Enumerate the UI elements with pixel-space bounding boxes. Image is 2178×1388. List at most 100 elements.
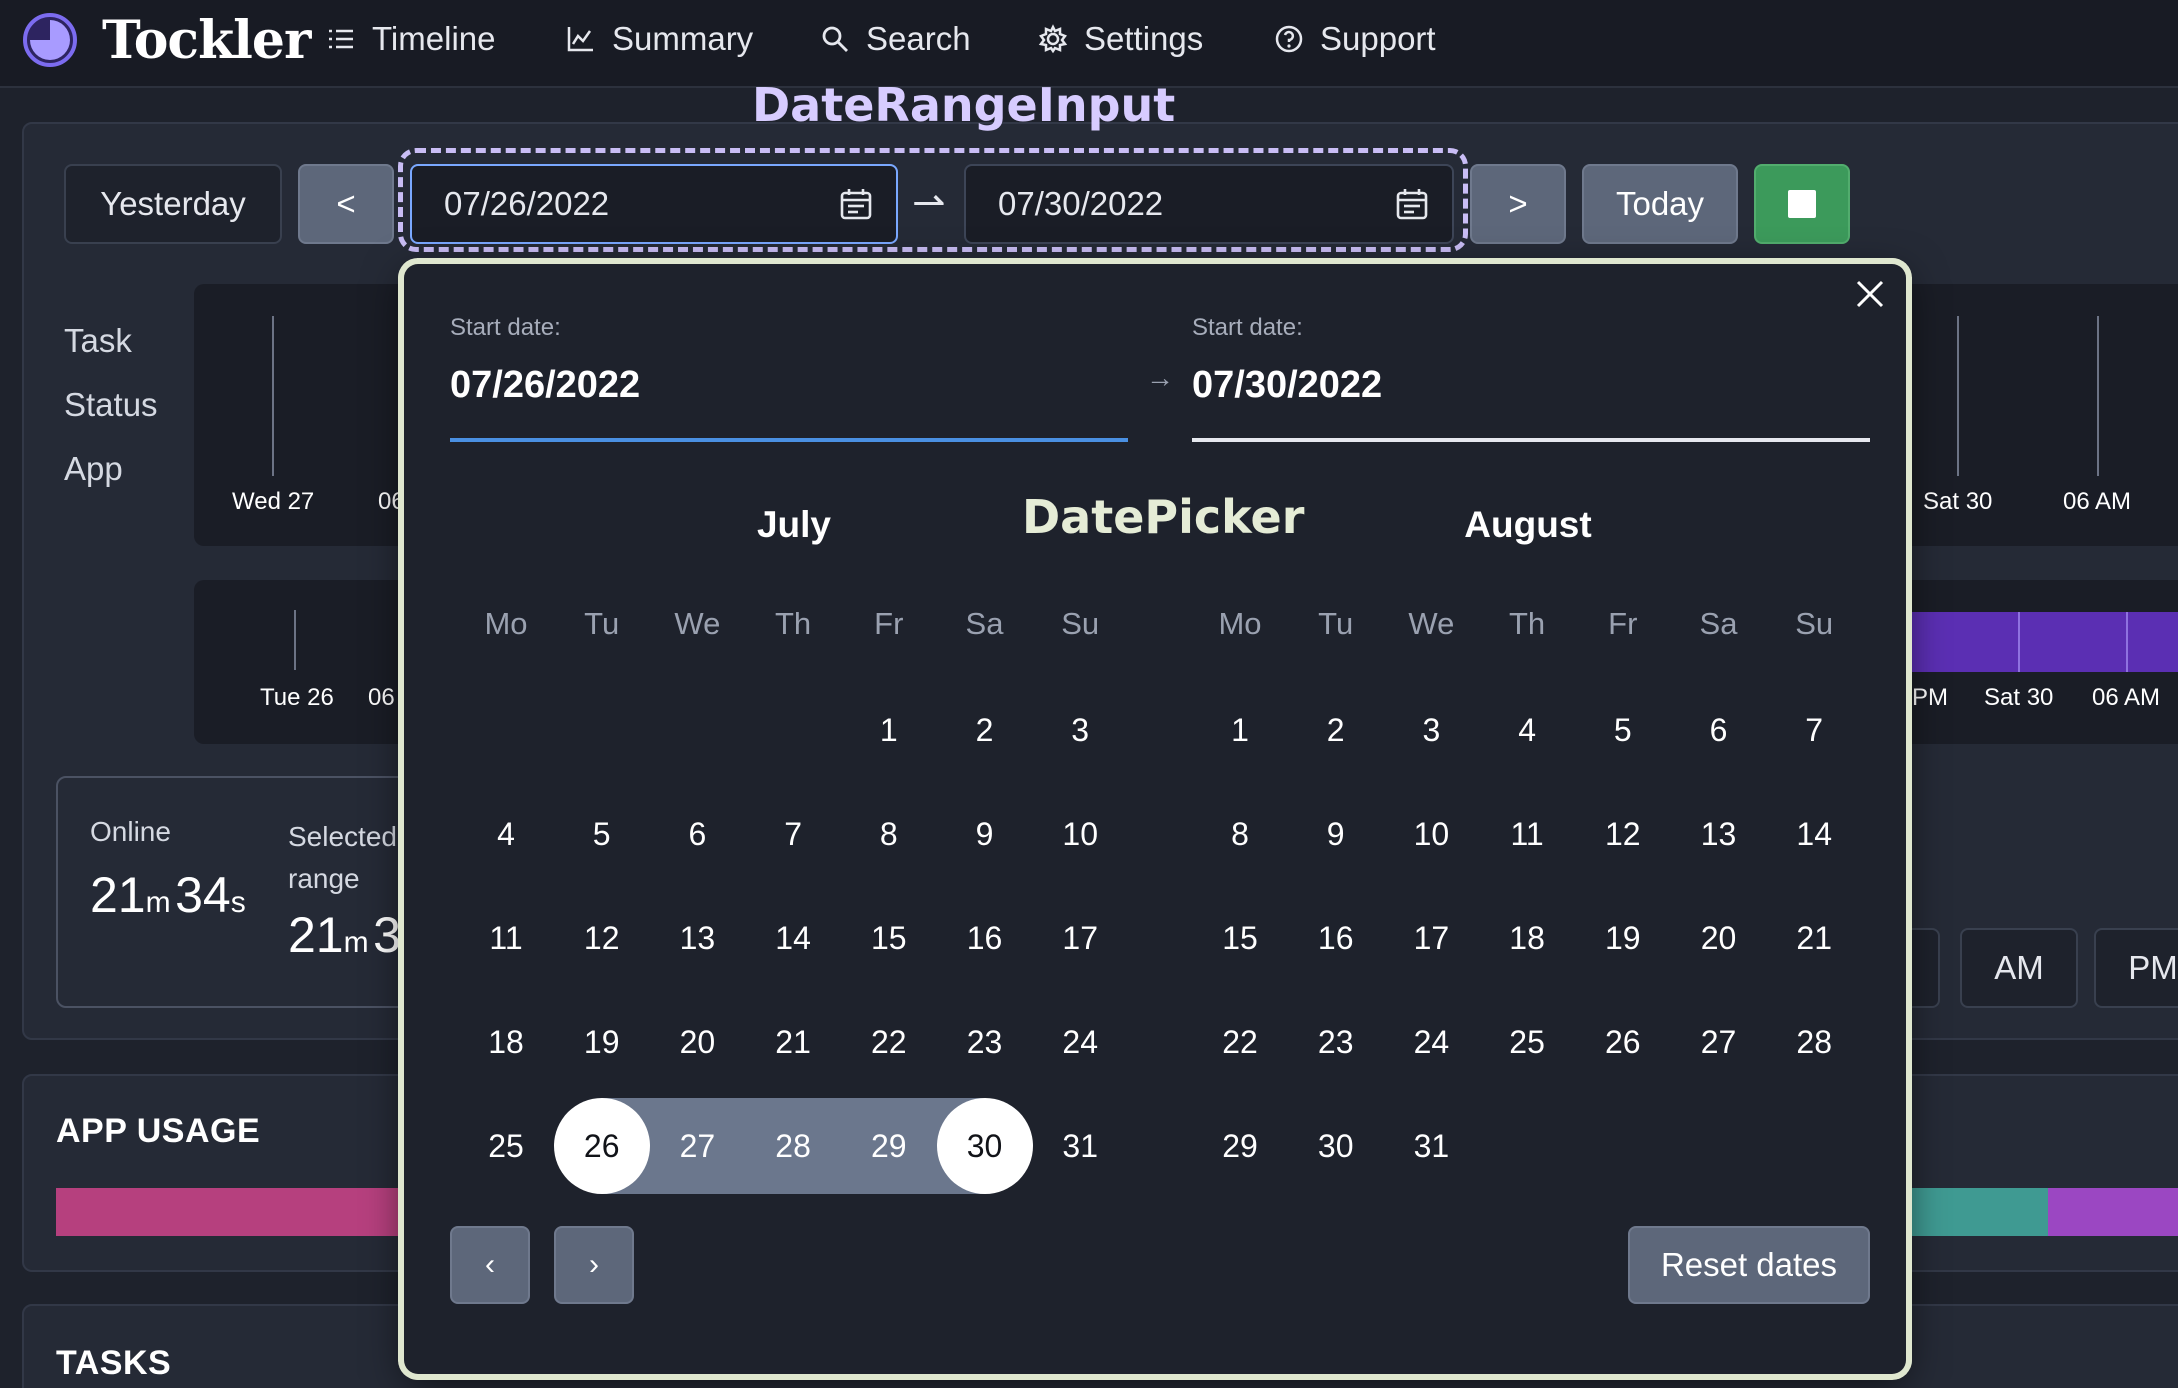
calendar-day[interactable]: 8: [1192, 786, 1288, 882]
calendar-day[interactable]: 25: [458, 1098, 554, 1194]
prev-month-button[interactable]: ‹: [450, 1226, 530, 1304]
range-start-day[interactable]: 26: [553, 1098, 650, 1194]
calendar-day[interactable]: 23: [1288, 994, 1384, 1090]
calendar-day[interactable]: 31: [1032, 1098, 1128, 1194]
nav-support[interactable]: Support: [1274, 18, 1436, 60]
app-usage-bar[interactable]: [56, 1188, 416, 1236]
calendar-day[interactable]: 14: [1766, 786, 1862, 882]
calendar-day[interactable]: 27: [649, 1098, 745, 1194]
pm-button[interactable]: PM: [2094, 928, 2178, 1008]
calendar-day[interactable]: 17: [1032, 890, 1128, 986]
calendar-day[interactable]: 12: [1575, 786, 1671, 882]
calendar-day[interactable]: 29: [841, 1098, 937, 1194]
calendar-day[interactable]: 1: [1192, 682, 1288, 778]
calendar-day[interactable]: 6: [1671, 682, 1767, 778]
calendar-day[interactable]: 11: [458, 890, 554, 986]
close-icon[interactable]: [1854, 278, 1886, 310]
calendar-day[interactable]: 2: [937, 682, 1033, 778]
calendar-day[interactable]: 3: [1032, 682, 1128, 778]
calendar-day[interactable]: 22: [1192, 994, 1288, 1090]
calendar-day[interactable]: 6: [649, 786, 745, 882]
calendar-day[interactable]: 1: [841, 682, 937, 778]
calendar-day[interactable]: 15: [1192, 890, 1288, 986]
calendar-day[interactable]: 10: [1383, 786, 1479, 882]
calendar-day[interactable]: 14: [745, 890, 841, 986]
calendar-day[interactable]: 24: [1032, 994, 1128, 1090]
brush-tick-label: 06 AM: [2092, 684, 2161, 711]
calendar-day[interactable]: 4: [1479, 682, 1575, 778]
calendar-day[interactable]: 12: [554, 890, 650, 986]
calendar-day[interactable]: 19: [554, 994, 650, 1090]
end-date-input[interactable]: 07/30/2022: [964, 164, 1454, 244]
stop-icon: [1788, 190, 1816, 218]
calendar-day[interactable]: 16: [937, 890, 1033, 986]
calendar-day[interactable]: 9: [937, 786, 1033, 882]
brush-selection[interactable]: [1912, 612, 2178, 672]
calendar-day[interactable]: 28: [745, 1098, 841, 1194]
calendar-day[interactable]: 13: [1671, 786, 1767, 882]
help-icon: [1275, 25, 1303, 53]
calendar-day[interactable]: 24: [1383, 994, 1479, 1090]
calendar-day[interactable]: 25: [1479, 994, 1575, 1090]
calendar-day[interactable]: 16: [1288, 890, 1384, 986]
today-button[interactable]: Today: [1582, 164, 1738, 244]
calendar-day[interactable]: 30: [1288, 1098, 1384, 1194]
nav-settings[interactable]: Settings: [1038, 18, 1203, 60]
calendar-day[interactable]: 8: [841, 786, 937, 882]
app-usage-bar[interactable]: [2048, 1188, 2178, 1236]
range-end-day[interactable]: 30: [936, 1098, 1033, 1194]
calendar-day[interactable]: 5: [554, 786, 650, 882]
picker-start-value[interactable]: 07/26/2022: [450, 364, 640, 407]
next-range-button[interactable]: >: [1470, 164, 1566, 244]
calendar-day[interactable]: 7: [745, 786, 841, 882]
calendar-day[interactable]: 11: [1479, 786, 1575, 882]
calendar-day[interactable]: 2: [1288, 682, 1384, 778]
yesterday-button[interactable]: Yesterday: [64, 164, 282, 244]
calendar-day[interactable]: 7: [1766, 682, 1862, 778]
prev-range-button[interactable]: <: [298, 164, 394, 244]
calendar-day[interactable]: 17: [1383, 890, 1479, 986]
calendar-day[interactable]: 21: [1766, 890, 1862, 986]
calendar-day[interactable]: 22: [841, 994, 937, 1090]
brush-divider: [2018, 612, 2020, 672]
app-usage-bar[interactable]: [1910, 1188, 2048, 1236]
calendar-day[interactable]: 3: [1383, 682, 1479, 778]
calendar-day[interactable]: 27: [1671, 994, 1767, 1090]
weekday-header: Th: [775, 606, 812, 641]
calendar-day[interactable]: 28: [1766, 994, 1862, 1090]
nav-settings-label: Settings: [1084, 20, 1204, 57]
am-button[interactable]: AM: [1960, 928, 2078, 1008]
calendar-day[interactable]: 9: [1288, 786, 1384, 882]
weekday-header: Th: [1509, 606, 1546, 641]
weekday-header: Tu: [584, 606, 620, 641]
picker-end-value[interactable]: 07/30/2022: [1192, 364, 1382, 407]
calendar-day[interactable]: 13: [649, 890, 745, 986]
stop-tracking-button[interactable]: [1754, 164, 1850, 244]
start-date-input[interactable]: 07/26/2022: [410, 164, 898, 244]
nav-summary[interactable]: Summary: [566, 18, 753, 60]
calendar-day[interactable]: 20: [1671, 890, 1767, 986]
calendar-day[interactable]: 29: [1192, 1098, 1288, 1194]
calendar-day[interactable]: 19: [1575, 890, 1671, 986]
tockler-logo-icon[interactable]: [22, 12, 78, 68]
weekday-header: Tu: [1318, 606, 1354, 641]
calendar-day[interactable]: 21: [745, 994, 841, 1090]
calendar-day[interactable]: 4: [458, 786, 554, 882]
calendar-day[interactable]: 10: [1032, 786, 1128, 882]
calendar-day[interactable]: 26: [1575, 994, 1671, 1090]
brand-name[interactable]: Tockler: [102, 10, 311, 71]
nav-timeline[interactable]: Timeline: [326, 18, 495, 60]
calendar-day[interactable]: 18: [458, 994, 554, 1090]
next-month-button[interactable]: ›: [554, 1226, 634, 1304]
calendar-day[interactable]: 15: [841, 890, 937, 986]
calendar-day[interactable]: 31: [1383, 1098, 1479, 1194]
calendar-day[interactable]: 5: [1575, 682, 1671, 778]
calendar-day[interactable]: 20: [649, 994, 745, 1090]
calendar-icon: [1396, 189, 1428, 220]
date-range-input-annotation: DateRangeInput: [752, 78, 1176, 132]
calendar-day[interactable]: 18: [1479, 890, 1575, 986]
reset-dates-button[interactable]: Reset dates: [1628, 1226, 1870, 1304]
calendar-day[interactable]: 23: [937, 994, 1033, 1090]
month-title-july: July: [756, 504, 832, 545]
nav-search[interactable]: Search: [820, 18, 971, 60]
